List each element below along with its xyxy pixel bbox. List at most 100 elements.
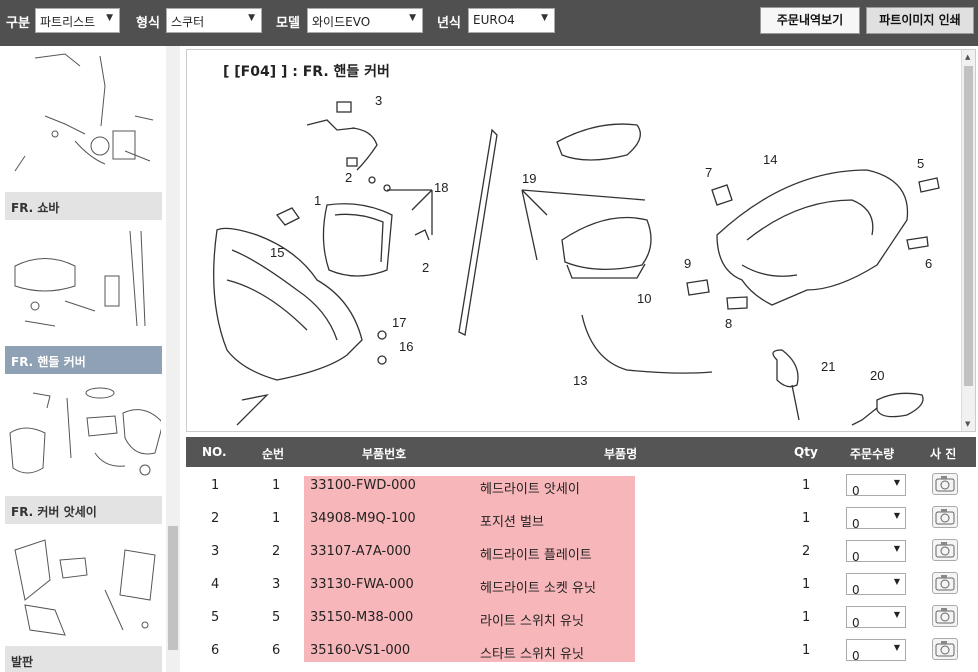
camera-icon[interactable] <box>932 473 958 495</box>
col-header-qty: Qty <box>794 445 818 459</box>
chevron-down-icon: ▼ <box>893 610 900 619</box>
camera-icon[interactable] <box>932 539 958 561</box>
callout-label: 3 <box>375 93 382 108</box>
camera-icon[interactable] <box>932 638 958 660</box>
order-qty-select[interactable]: 0 ▼ <box>846 606 906 630</box>
table-row[interactable]: 3 2 33107-A7A-000 헤드라이트 플레이트 2 0 ▼ <box>186 535 976 568</box>
callout-label: 20 <box>870 368 884 383</box>
order-qty-value: 0 <box>852 649 860 663</box>
category-thumbnail[interactable] <box>5 46 161 181</box>
sidebar-item-fr-cover-assy[interactable]: FR. 커버 앗세이 <box>5 496 162 524</box>
row-no: 5 <box>211 610 220 625</box>
row-part-number: 33100-FWD-000 <box>310 478 416 493</box>
row-part-name: 라이트 스위치 유닛 <box>480 614 584 629</box>
category-thumbnail[interactable] <box>5 226 161 336</box>
chevron-down-icon: ▼ <box>409 13 416 23</box>
callout-label: 18 <box>434 180 448 195</box>
sidebar-item-fr-handle-cover[interactable]: FR. 핸들 커버 <box>5 346 162 374</box>
print-image-button[interactable]: 파트이미지 인쇄 <box>866 7 974 34</box>
camera-icon[interactable] <box>932 605 958 627</box>
row-no: 2 <box>211 511 220 526</box>
category-thumbnail[interactable] <box>5 378 164 490</box>
row-part-name: 포지션 벌브 <box>480 515 544 530</box>
callout-label: 2 <box>422 260 429 275</box>
type-select-value: 스쿠터 <box>171 15 205 29</box>
table-row[interactable]: 1 1 33100-FWD-000 헤드라이트 앗세이 1 0 ▼ <box>186 469 976 502</box>
row-part-number: 35160-VS1-000 <box>310 643 411 658</box>
chevron-down-icon: ▼ <box>893 577 900 586</box>
parts-thumbnail-image <box>14 539 156 636</box>
row-qty: 2 <box>802 544 811 559</box>
parts-exploded-diagram: 3 1 2 18 2 15 17 16 19 10 13 7 14 5 6 9 … <box>213 93 940 426</box>
row-part-name: 스타트 스위치 유닛 <box>480 647 584 662</box>
row-seq: 2 <box>272 544 281 559</box>
row-qty: 1 <box>802 511 811 526</box>
row-part-number: 35150-M38-000 <box>310 610 414 625</box>
table-row[interactable]: 4 3 33130-FWA-000 헤드라이트 소켓 유닛 1 0 ▼ <box>186 568 976 601</box>
table-row[interactable]: 6 6 35160-VS1-000 스타트 스위치 유닛 1 0 ▼ <box>186 634 976 667</box>
gubun-label: 구분 <box>6 16 30 31</box>
row-no: 3 <box>211 544 220 559</box>
callout-label: 7 <box>705 165 712 180</box>
row-part-name: 헤드라이트 플레이트 <box>480 548 592 563</box>
order-qty-value: 0 <box>852 583 860 597</box>
diagram-scrollbar-thumb[interactable] <box>964 66 973 386</box>
row-no: 4 <box>211 577 220 592</box>
callout-label: 1 <box>314 193 321 208</box>
order-qty-value: 0 <box>852 616 860 630</box>
callout-label: 14 <box>763 152 777 167</box>
camera-icon[interactable] <box>932 572 958 594</box>
sidebar-scrollbar-thumb[interactable] <box>168 526 178 650</box>
callout-label: 15 <box>270 245 284 260</box>
sidebar-item-fr-shock[interactable]: FR. 쇼바 <box>5 192 162 220</box>
callout-label: 5 <box>917 156 924 171</box>
order-qty-select[interactable]: 0 ▼ <box>846 507 906 531</box>
table-row[interactable]: 5 5 35150-M38-000 라이트 스위치 유닛 1 0 ▼ <box>186 601 976 634</box>
category-sidebar: FR. 쇼바 FR. 핸들 커버 FR. 커버 앗세이 발판 <box>0 46 180 672</box>
camera-icon[interactable] <box>932 506 958 528</box>
category-thumbnail[interactable] <box>5 530 161 638</box>
order-qty-select[interactable]: 0 ▼ <box>846 540 906 564</box>
row-qty: 1 <box>802 577 811 592</box>
order-history-button[interactable]: 주문내역보기 <box>760 7 860 34</box>
order-qty-select[interactable]: 0 ▼ <box>846 639 906 663</box>
diagram-scrollbar[interactable]: ▲ ▼ <box>961 50 975 431</box>
model-select[interactable]: 와이드EVO ▼ <box>307 8 423 33</box>
chevron-down-icon: ▼ <box>893 544 900 553</box>
col-header-no: NO. <box>202 445 227 459</box>
row-part-number: 33130-FWA-000 <box>310 577 414 592</box>
row-part-name: 헤드라이트 앗세이 <box>480 482 580 497</box>
scroll-up-icon[interactable]: ▲ <box>965 53 970 61</box>
year-select[interactable]: EURO4 ▼ <box>468 8 555 33</box>
chevron-down-icon: ▼ <box>893 643 900 652</box>
table-row[interactable]: 2 1 34908-M9Q-100 포지션 벌브 1 0 ▼ <box>186 502 976 535</box>
year-label: 년식 <box>437 16 461 31</box>
top-filter-bar: 구분 파트리스트 ▼ 형식 스쿠터 ▼ 모델 와이드EVO ▼ 년식 EURO4… <box>0 0 978 46</box>
callout-label: 2 <box>345 170 352 185</box>
row-seq: 1 <box>272 478 281 493</box>
diagram-callouts: 3 1 2 18 2 15 17 16 19 10 13 7 14 5 6 9 … <box>270 93 932 388</box>
col-header-order-qty: 주문수량 <box>850 447 895 461</box>
type-label: 형식 <box>136 16 160 31</box>
scroll-down-icon[interactable]: ▼ <box>965 420 970 428</box>
parts-thumbnail-image <box>14 230 146 327</box>
gubun-select[interactable]: 파트리스트 ▼ <box>35 8 120 33</box>
row-no: 6 <box>211 643 220 658</box>
row-qty: 1 <box>802 478 811 493</box>
model-label: 모델 <box>276 16 300 31</box>
callout-label: 21 <box>821 359 835 374</box>
callout-label: 16 <box>399 339 413 354</box>
order-qty-value: 0 <box>852 517 860 531</box>
type-select[interactable]: 스쿠터 ▼ <box>166 8 262 33</box>
chevron-down-icon: ▼ <box>248 13 255 23</box>
parts-thumbnail-image <box>14 53 154 172</box>
chevron-down-icon: ▼ <box>541 13 548 23</box>
order-qty-select[interactable]: 0 ▼ <box>846 474 906 498</box>
sidebar-item-footboard[interactable]: 발판 <box>5 646 162 672</box>
order-qty-value: 0 <box>852 550 860 564</box>
gubun-select-value: 파트리스트 <box>40 15 96 29</box>
chevron-down-icon: ▼ <box>106 13 113 23</box>
chevron-down-icon: ▼ <box>893 478 900 487</box>
order-qty-select[interactable]: 0 ▼ <box>846 573 906 597</box>
row-seq: 3 <box>272 577 281 592</box>
